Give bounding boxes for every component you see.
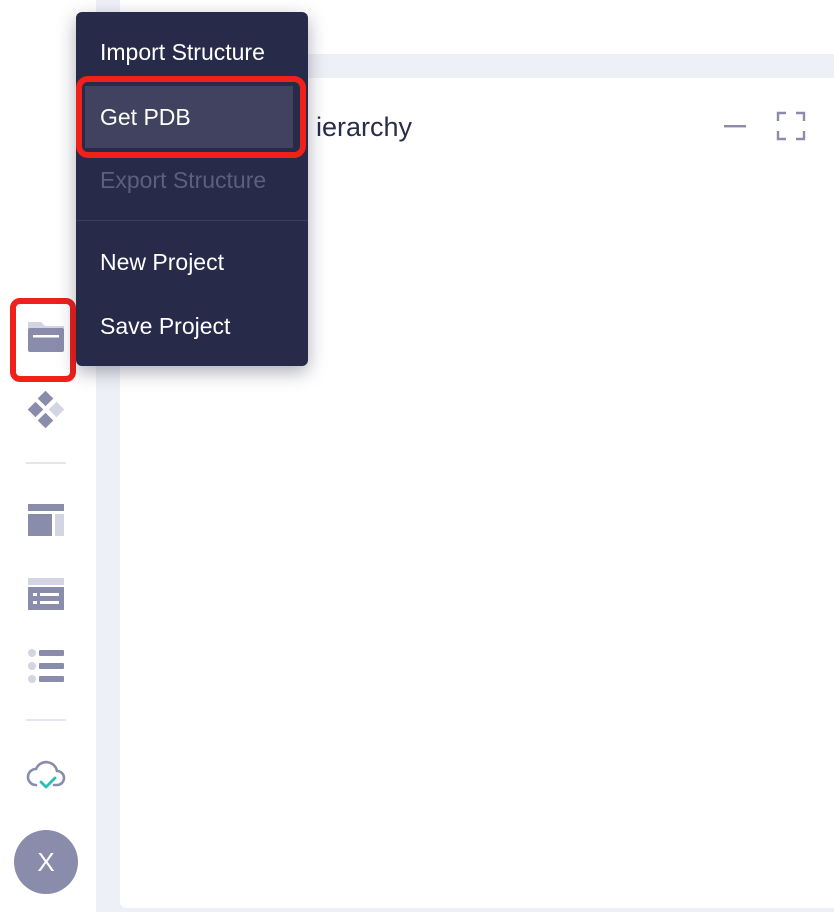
menu-item-export-structure: Export Structure [76,149,308,211]
file-menu: Import Structure Get PDB Export Structur… [76,12,308,366]
cloud-sync-icon[interactable] [22,752,70,800]
sidebar-divider [26,462,66,464]
menu-item-label: Get PDB [100,103,191,130]
folder-icon[interactable] [22,312,70,360]
avatar-initial: X [37,846,55,877]
menu-item-label: New Project [100,248,224,275]
menu-item-new-project[interactable]: New Project [76,231,308,293]
fullscreen-icon[interactable] [775,110,807,142]
components-icon[interactable] [22,386,70,434]
menu-item-label: Save Project [100,312,231,339]
minimize-icon[interactable] [719,110,751,142]
app-window: X ierarchy Import Structure Get PDB Expo… [0,0,834,912]
menu-item-label: Export Structure [100,166,267,193]
menu-item-get-pdb[interactable]: Get PDB [85,86,293,148]
menu-item-import-structure[interactable]: Import Structure [76,21,308,83]
menu-item-label: Import Structure [100,38,265,65]
layout-icon[interactable] [22,496,70,544]
list-detail-icon[interactable] [22,570,70,618]
list-icon[interactable] [22,642,70,690]
menu-item-save-project[interactable]: Save Project [76,295,308,357]
menu-divider [76,220,308,221]
sidebar-divider [26,719,66,721]
user-avatar[interactable]: X [14,830,78,894]
